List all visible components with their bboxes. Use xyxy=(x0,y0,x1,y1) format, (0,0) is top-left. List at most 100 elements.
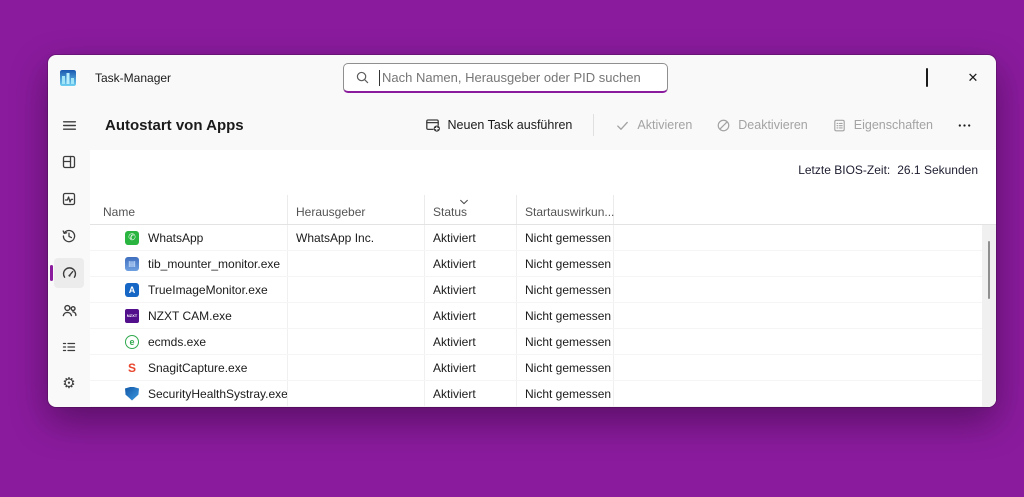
column-label: Startauswirkun... xyxy=(525,205,614,219)
bios-time-label: Letzte BIOS-Zeit: xyxy=(798,163,890,177)
close-icon: ✕ xyxy=(968,69,979,87)
sidebar-item-menu[interactable] xyxy=(54,110,84,140)
startup-impact: Nicht gemessen xyxy=(525,309,611,323)
performance-icon xyxy=(61,191,77,207)
maximize-icon xyxy=(926,69,928,87)
app-name: SecurityHealthSystray.exe xyxy=(148,387,288,401)
column-header-name[interactable]: Name xyxy=(90,195,288,224)
whatsapp-icon xyxy=(125,231,139,245)
task-manager-app-icon xyxy=(60,70,76,86)
task-manager-window: Task-Manager ✕ ⚙ Autostart von Apps Neue… xyxy=(48,55,996,407)
column-header-startauswirkun[interactable]: Startauswirkun... xyxy=(517,195,614,224)
startup-impact: Nicht gemessen xyxy=(525,231,611,245)
check-icon xyxy=(615,118,630,133)
sidebar: ⚙ xyxy=(48,100,90,407)
security-health-icon xyxy=(125,387,139,401)
name-cell: NZXT CAM.exe xyxy=(90,303,288,328)
content-pane: Letzte BIOS-Zeit: 26.1 Sekunden Name Hera… xyxy=(90,150,996,407)
row-filler xyxy=(614,381,996,406)
gear-icon: ⚙ xyxy=(62,375,75,393)
name-cell: SnagitCapture.exe xyxy=(90,355,288,380)
sidebar-item-autostart-von-apps[interactable] xyxy=(54,258,84,288)
snagit-icon xyxy=(125,361,139,375)
app-name: ecmds.exe xyxy=(148,335,206,349)
status: Aktiviert xyxy=(433,335,476,349)
startup-gauge-icon xyxy=(61,265,78,282)
publisher: WhatsApp Inc. xyxy=(296,231,374,245)
impact-cell: Nicht gemessen xyxy=(517,355,614,380)
impact-cell: Nicht gemessen xyxy=(517,251,614,276)
details-list-icon xyxy=(61,339,77,355)
deaktivieren-button[interactable]: Deaktivieren xyxy=(706,111,817,140)
impact-cell: Nicht gemessen xyxy=(517,277,614,302)
name-cell: WhatsApp xyxy=(90,225,288,250)
table-row[interactable]: WhatsApp WhatsApp Inc. Aktiviert Nicht geme… xyxy=(90,225,996,251)
aktivieren-button[interactable]: Aktivieren xyxy=(605,111,702,140)
startup-impact: Nicht gemessen xyxy=(525,283,611,297)
row-filler xyxy=(614,329,996,354)
status: Aktiviert xyxy=(433,231,476,245)
publisher-cell xyxy=(288,355,425,380)
status-cell: Aktiviert xyxy=(425,381,517,406)
page-title: Autostart von Apps xyxy=(105,117,244,134)
name-cell: TrueImageMonitor.exe xyxy=(90,277,288,302)
nzxt-cam-icon xyxy=(125,309,139,323)
more-button[interactable] xyxy=(947,111,982,140)
row-filler xyxy=(614,303,996,328)
app-name: tib_mounter_monitor.exe xyxy=(148,257,280,271)
window-title: Task-Manager xyxy=(95,71,171,85)
sidebar-item-einstellungen[interactable]: ⚙ xyxy=(54,369,84,399)
table-row[interactable]: NZXT CAM.exe Aktiviert Nicht gemessen xyxy=(90,303,996,329)
app-name: WhatsApp xyxy=(148,231,203,245)
table-row[interactable]: tib_mounter_monitor.exe Aktiviert Nicht ge… xyxy=(90,251,996,277)
column-header-status[interactable]: Status xyxy=(425,195,517,224)
column-label: Herausgeber xyxy=(296,205,365,219)
row-filler xyxy=(614,277,996,302)
maximize-button[interactable] xyxy=(904,55,950,100)
sidebar-item-app-verlauf[interactable] xyxy=(54,221,84,251)
vertical-scrollbar[interactable] xyxy=(982,225,996,407)
aktivieren-label: Aktivieren xyxy=(637,118,692,132)
minimize-button[interactable] xyxy=(858,55,904,100)
table-row[interactable]: ecmds.exe Aktiviert Nicht gemessen xyxy=(90,329,996,355)
startup-impact: Nicht gemessen xyxy=(525,257,611,271)
eigenschaften-label: Eigenschaften xyxy=(854,118,933,132)
titlebar[interactable]: Task-Manager ✕ xyxy=(48,55,996,100)
row-filler xyxy=(614,225,996,250)
processes-icon xyxy=(61,154,77,170)
trueimage-icon xyxy=(125,283,139,297)
column-label: Name xyxy=(103,205,135,219)
neuen-task-ausfuehren-button[interactable]: Neuen Task ausführen xyxy=(415,110,583,140)
name-cell: tib_mounter_monitor.exe xyxy=(90,251,288,276)
publisher-cell xyxy=(288,381,425,406)
close-button[interactable]: ✕ xyxy=(950,55,996,100)
more-dots-icon xyxy=(957,118,972,133)
column-header-herausgeber[interactable]: Herausgeber xyxy=(288,195,425,224)
status-cell: Aktiviert xyxy=(425,251,517,276)
startup-impact: Nicht gemessen xyxy=(525,335,611,349)
table-row[interactable]: SnagitCapture.exe AktiviertNicht gemessen xyxy=(90,355,996,381)
bios-time-value: 26.1 Sekunden xyxy=(897,163,978,177)
sidebar-item-prozesse[interactable] xyxy=(54,147,84,177)
publisher-cell xyxy=(288,329,425,354)
eigenschaften-button[interactable]: Eigenschaften xyxy=(822,111,943,140)
publisher-cell: WhatsApp Inc. xyxy=(288,225,425,250)
table-row[interactable]: SecurityHealthSystray.exe AktiviertNicht … xyxy=(90,381,996,407)
status-cell: Aktiviert xyxy=(425,355,517,380)
sidebar-item-details[interactable] xyxy=(54,332,84,362)
sidebar-item-benutzer[interactable] xyxy=(54,295,84,325)
desktop-background: Task-Manager ✕ ⚙ Autostart von Apps Neue… xyxy=(0,0,1024,497)
neuen-task-ausfuehren-label: Neuen Task ausführen xyxy=(448,118,573,132)
impact-cell: Nicht gemessen xyxy=(517,381,614,406)
app-name: TrueImageMonitor.exe xyxy=(148,283,268,297)
table-row[interactable]: TrueImageMonitor.exeAktiviertNicht gemes… xyxy=(90,277,996,303)
app-name: SnagitCapture.exe xyxy=(148,361,247,375)
scrollbar-thumb[interactable] xyxy=(988,241,990,299)
status: Aktiviert xyxy=(433,309,476,323)
hamburger-icon xyxy=(61,117,78,134)
toolbar-divider xyxy=(593,114,594,136)
search-input[interactable] xyxy=(380,70,667,85)
row-filler xyxy=(614,251,996,276)
sidebar-item-leistung[interactable] xyxy=(54,184,84,214)
block-icon xyxy=(716,118,731,133)
